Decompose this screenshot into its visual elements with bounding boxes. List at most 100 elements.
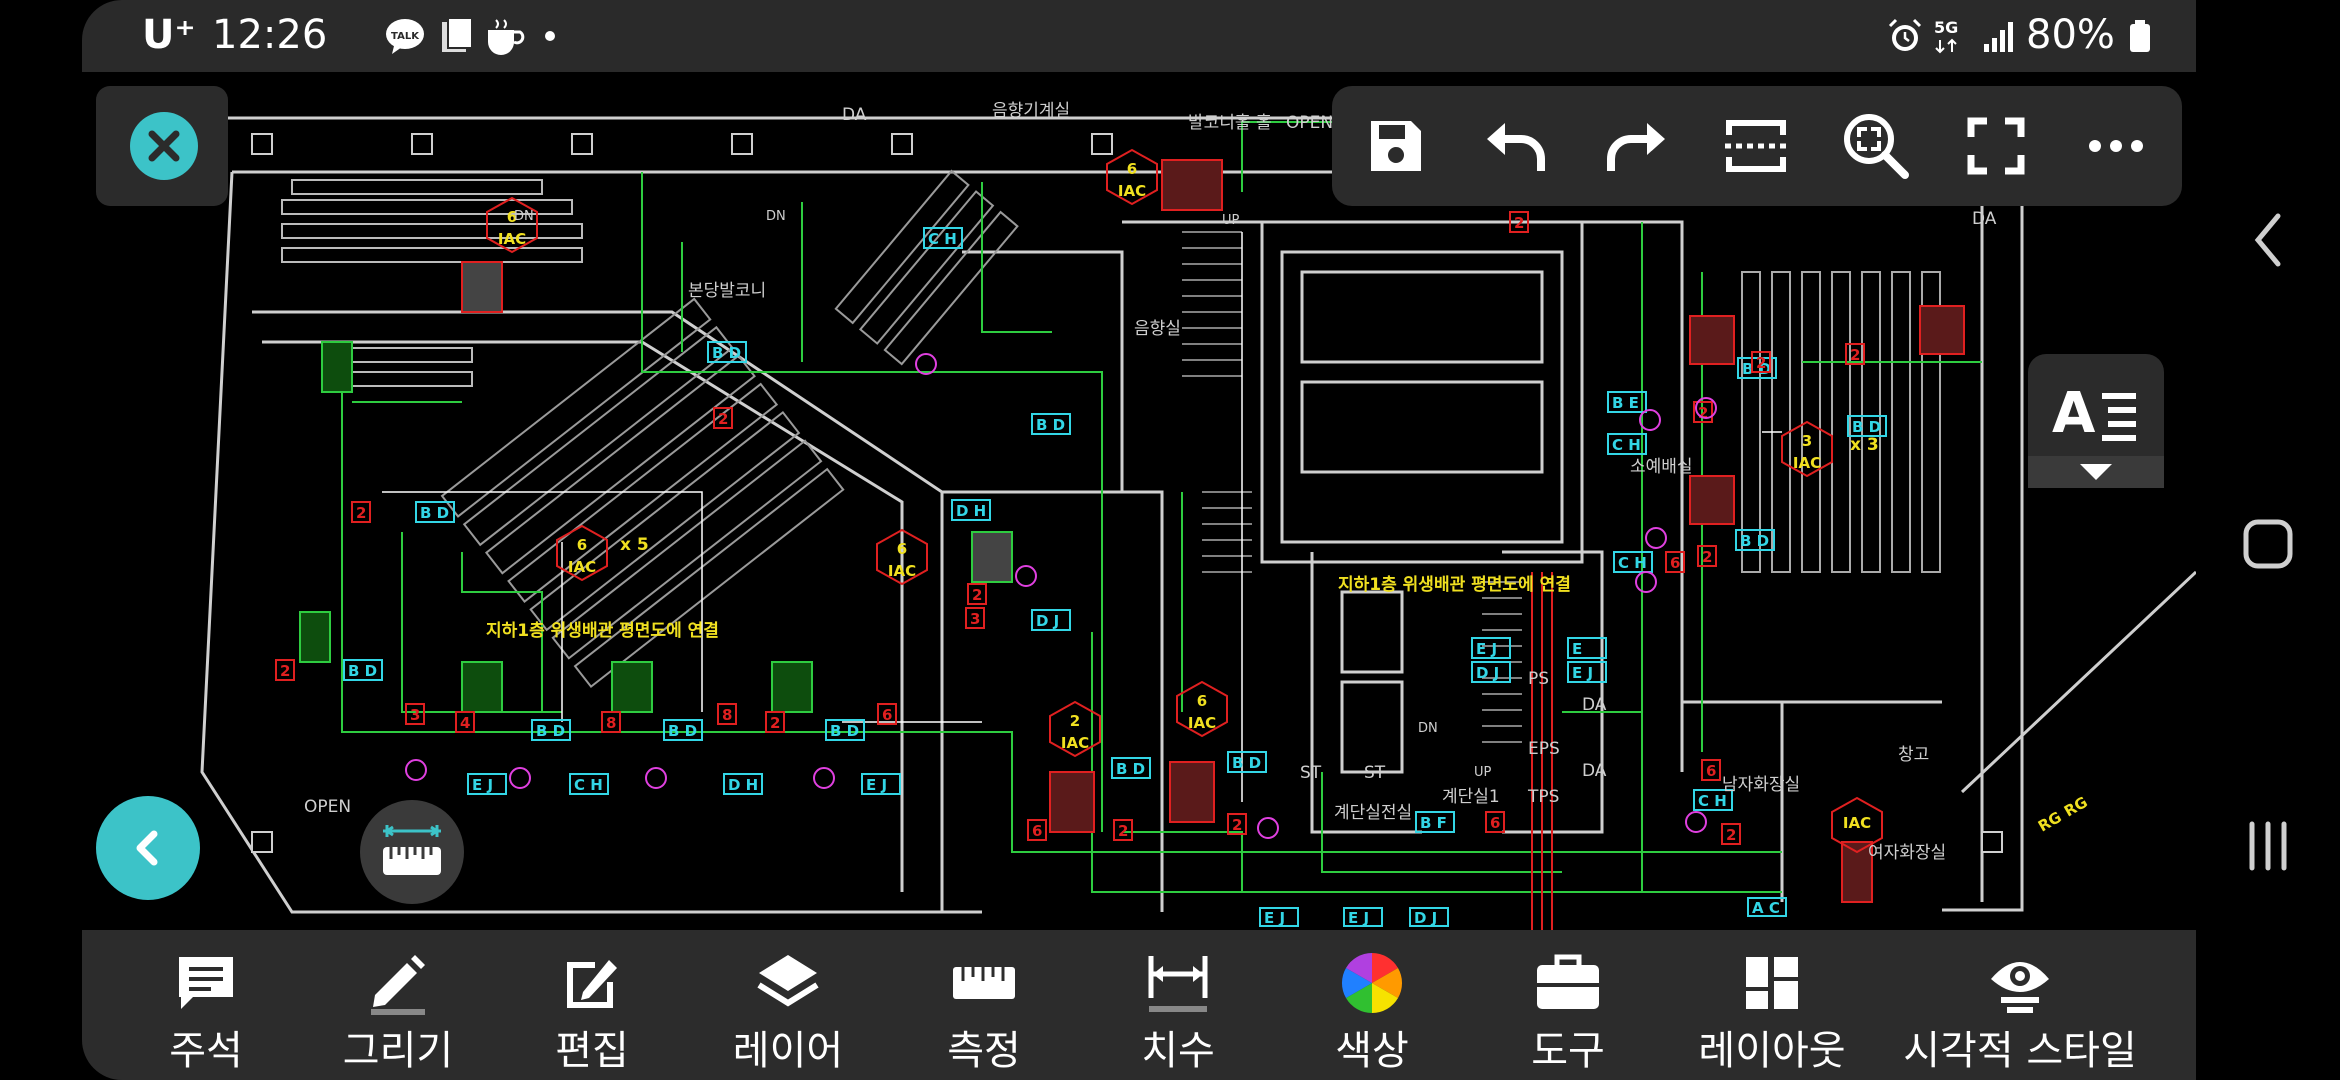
text-style-button[interactable]: A [2028,354,2164,488]
svg-text:2: 2 [1118,822,1128,840]
label-ps: PS [1528,669,1549,689]
label-eps: EPS [1528,739,1560,759]
svg-text:D H: D H [956,502,986,520]
svg-text:2: 2 [770,714,780,732]
svg-text:8: 8 [722,706,732,724]
label-balcony-hall: 발코니홀 홀 [1188,113,1272,133]
clock: 12:26 [212,12,328,58]
svg-text:6: 6 [1490,814,1500,832]
svg-text:E J: E J [1572,664,1593,682]
svg-text:E J: E J [472,776,493,794]
close-button[interactable] [130,112,198,180]
label-st-2: ST [1364,763,1386,783]
label-rg: RG [2035,808,2065,836]
svg-text:B D: B D [1852,418,1881,436]
svg-text:2: 2 [1850,346,1860,364]
iac-tag: IAC [1061,734,1089,752]
undo-button[interactable] [1476,106,1556,186]
label-dn: DN [766,209,786,224]
nav-recents-button[interactable] [2232,810,2304,882]
iac-tag: IAC [1793,454,1821,472]
more-button[interactable] [2076,106,2156,186]
svg-text:B D: B D [536,722,565,740]
menu-dimension[interactable]: 치수 [1098,930,1258,1080]
iac-tag: IAC [568,558,596,576]
visual-style-icon [1991,962,2049,1013]
label-stair-room: 계단실1 [1442,787,1500,807]
svg-text:D H: D H [728,776,758,794]
svg-text:D J: D J [1414,909,1437,927]
carrier-label: U⁺ [142,12,196,58]
note-link-center: 지하1층 위생배관 평면도에 연결 [1338,575,1571,595]
zoom-region-icon [1844,114,1909,179]
top-toolbar [1332,86,2182,206]
menu-tools[interactable]: 도구 [1488,930,1648,1080]
fullscreen-button[interactable] [1956,106,2036,186]
label-sound-room: 음향실 [1134,319,1181,339]
svg-text:2: 2 [1702,548,1712,566]
svg-text:4: 4 [460,714,470,732]
undo-icon [1487,123,1545,171]
svg-text:2: 2 [1726,826,1736,844]
svg-text:3: 3 [410,706,420,724]
menu-visual-style[interactable]: 시각적 스타일 [1890,930,2150,1080]
dot-indicator-icon [540,16,582,56]
menu-measure[interactable]: 측정 [904,930,1064,1080]
layout-icon [1746,957,1798,1009]
label-sound-control: 음향기계실 [992,101,1070,121]
svg-text:5G: 5G [1934,18,1958,37]
svg-text:6: 6 [1032,822,1042,840]
label-storage: 창고 [1898,745,1929,765]
nav-back-button[interactable] [2232,204,2304,276]
label-x3: x 3 [1850,435,1879,455]
back-button[interactable] [96,796,200,900]
svg-text:6: 6 [1670,554,1680,572]
menu-draw[interactable]: 그리기 [318,930,478,1080]
menu-layout[interactable]: 레이아웃 [1672,930,1872,1080]
label-main-balcony: 본당발코니 [688,281,766,301]
label-power-room: 계단실전실 [1334,803,1412,823]
save-icon [1371,121,1421,171]
edit-icon [567,960,617,1008]
svg-text:2: 2 [280,662,290,680]
5g-network-icon: 5G [1932,16,1976,56]
label-da-r3: DA [1582,761,1607,781]
nav-home-button[interactable] [2232,508,2304,580]
redo-button[interactable] [1596,106,1676,186]
label-water-room: 소예배실 [1630,457,1693,477]
svg-text:3: 3 [970,610,980,628]
iac-tag: IAC [1118,182,1146,200]
bottom-menu: 주석 그리기 편집 레이어 측정 치수 색상 도구 레이아웃 시각적 스타일 [82,930,2196,1080]
menu-annotation[interactable]: 주석 [126,930,286,1080]
label-rg: RG [2061,793,2091,821]
text-style-icon: A [2028,381,2164,488]
svg-text:B D: B D [420,504,449,522]
svg-text:C H: C H [1618,554,1647,572]
menu-layers[interactable]: 레이어 [698,930,878,1080]
svg-text:C H: C H [928,230,957,248]
label-dn: DN [514,209,534,224]
svg-text:8: 8 [606,714,616,732]
redo-icon [1607,123,1665,171]
menu-edit[interactable]: 편집 [512,930,672,1080]
svg-text:2: 2 [1514,214,1524,232]
ruler-icon [953,967,1015,999]
layers-icon [757,955,819,1007]
system-nav-bar [2196,0,2340,1080]
quick-measure-button[interactable] [360,800,464,904]
svg-text:2: 2 [1070,712,1080,730]
iac-tag: IAC [1843,814,1871,832]
label-da-top: DA [842,105,867,125]
nav-back-icon [2254,213,2281,267]
zoom-region-button[interactable] [1836,106,1916,186]
fit-width-button[interactable] [1716,106,1796,186]
svg-text:A C: A C [1752,899,1780,917]
save-button[interactable] [1356,106,1436,186]
app-screen: U⁺ 12:26 TALK 5G 80% 6 IAC 6 IAC 6 IAC 6… [82,0,2278,1080]
svg-text:B D: B D [830,722,859,740]
label-men-restroom: 남자화장실 [1722,775,1800,795]
svg-text:D J: D J [1476,664,1499,682]
status-bar: U⁺ 12:26 TALK 5G 80% [82,0,2278,72]
menu-color[interactable]: 색상 [1292,930,1452,1080]
label-dn: DN [1418,721,1438,736]
